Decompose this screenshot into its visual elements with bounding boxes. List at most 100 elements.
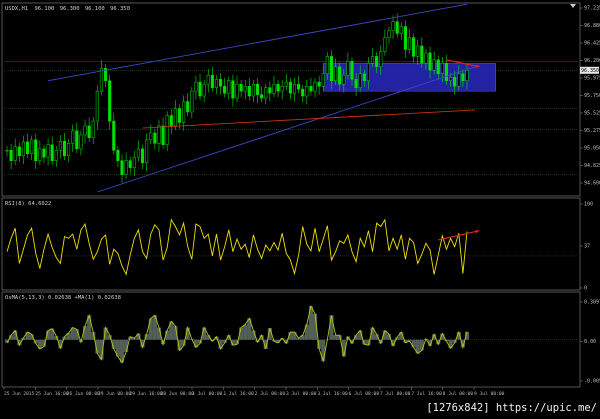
time-tick-label: 2 Jul 08:00 [255, 391, 286, 397]
candle-body [178, 109, 181, 123]
candle-body [429, 53, 432, 70]
price-tick-label: 94.825 [584, 163, 600, 169]
ohlc-open: 96.100 [35, 6, 55, 12]
candle-body [322, 74, 325, 87]
candle-body [425, 53, 428, 63]
time-tick-label: 3 Jul 00:00 [286, 391, 317, 397]
candle-body [59, 141, 62, 150]
price-tick-label: 95.975 [584, 76, 600, 82]
candle-body [240, 84, 243, 91]
osma-bar [292, 332, 296, 340]
candle-body [314, 82, 317, 91]
mt4-chart-window[interactable]: 97.23596.88096.42596.20095.97595.75095.5… [0, 0, 600, 415]
candle-body [462, 74, 465, 81]
candle-body [355, 79, 358, 87]
price-tick-label: 94.600 [584, 181, 600, 187]
chart-canvas[interactable]: 97.23596.88096.42596.20095.97595.75095.5… [0, 0, 600, 415]
price-axis: 97.23596.88096.42596.20095.97595.75095.5… [580, 6, 600, 187]
candle-body [51, 145, 54, 161]
candle-body [154, 133, 157, 143]
candle-body [445, 63, 448, 80]
candle-body [100, 68, 103, 91]
candle-body [236, 84, 239, 98]
candle-body [367, 63, 370, 80]
ohlc-high: 96.300 [60, 6, 80, 12]
rsi-divergence-arrow-shaft [438, 231, 479, 240]
candle-body [297, 84, 300, 89]
rsi-divergence-arrow[interactable] [438, 230, 479, 240]
candle-body [145, 140, 148, 163]
candle-body [326, 56, 329, 73]
osma-tick-label: 0.3097 [584, 300, 600, 306]
time-tick-label: 30 Jun 08:00 [161, 391, 194, 397]
candle-body [396, 22, 399, 34]
candle-body [379, 52, 382, 67]
candle-body [158, 126, 161, 143]
rsi-pane-frame [2, 198, 580, 290]
candle-body [219, 79, 222, 86]
candle-body [269, 88, 272, 94]
rsi-tick-label: 0 [584, 286, 587, 292]
time-tick-label: 3 Jul 16:00 [317, 391, 348, 397]
candle-body [30, 140, 33, 154]
candle-body [71, 131, 74, 144]
candle-body [334, 67, 337, 81]
time-tick-label: 29 Jun 00:00 [98, 391, 131, 397]
price-tick-label: 95.525 [584, 111, 600, 117]
candle-body [285, 82, 288, 86]
time-tick-label: 26 Jun 08:00 [67, 391, 100, 397]
candle-body [195, 82, 198, 91]
candle-body [191, 91, 194, 112]
candle-body [112, 121, 115, 150]
trendlines[interactable] [48, 4, 479, 192]
time-tick-label: 25 Jun 2015 [4, 391, 35, 397]
candle-body [96, 91, 99, 121]
osma-bar [305, 324, 309, 339]
candle-body [359, 74, 362, 88]
time-tick-label: 7 Jul 16:00 [411, 391, 442, 397]
support-line[interactable] [143, 110, 476, 128]
current-price-badge-text: 96.350 [581, 68, 599, 74]
candle-body [18, 147, 21, 156]
candle-body [277, 84, 280, 91]
candle-body [404, 26, 407, 49]
candle-body [400, 26, 403, 33]
candle-body [437, 60, 440, 74]
candle-body [121, 161, 124, 175]
symbol-text: USDX,H1 [5, 6, 28, 12]
candle-body [412, 38, 415, 57]
symbol-label: USDX,H1 96.100 96.300 96.100 96.350 [5, 6, 130, 12]
candle-body [384, 38, 387, 52]
price-tick-label: 95.050 [584, 146, 600, 152]
time-tick-label: 9 Jul 00:00 [474, 391, 505, 397]
osma-bar [243, 324, 247, 339]
candle-body [34, 140, 37, 161]
time-tick-label: 25 Jun 16:00 [35, 391, 68, 397]
candle-body [199, 82, 202, 96]
time-tick-label: 1 Jul 00:00 [192, 391, 223, 397]
rsi-series [4, 220, 578, 275]
candle-body [449, 77, 452, 80]
candle-body [371, 56, 374, 63]
candle-body [186, 102, 189, 112]
candle-body [421, 46, 424, 63]
candle-body [133, 157, 136, 167]
osma-label: OsMA(5,13,3) 0.02638 +MA(1) 0.02638 [5, 295, 121, 301]
candle-body [256, 84, 259, 94]
candle-body [232, 81, 235, 98]
candle-body [203, 84, 206, 96]
candle-body [375, 56, 378, 66]
candle-body [162, 126, 165, 145]
time-tick-label: 8 Jul 08:00 [443, 391, 474, 397]
candle-body [351, 61, 354, 79]
candle-body [39, 149, 42, 161]
candle-body [338, 67, 341, 84]
candle-body [129, 161, 132, 168]
price-tick-label: 96.200 [584, 58, 600, 64]
price-tick-label: 95.750 [584, 93, 600, 99]
candle-body [67, 143, 70, 156]
osma-tick-label: -0.0059 [584, 379, 600, 385]
candle-body [63, 141, 66, 156]
price-candles [6, 13, 469, 183]
candle-body [330, 56, 333, 80]
